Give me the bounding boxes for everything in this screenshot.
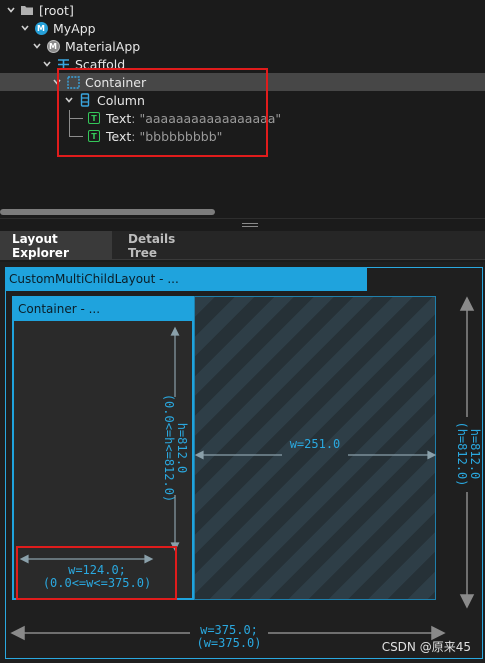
highlight-box [57,68,268,157]
layout-explorer: CustomMultiChildLayout - ... Container -… [0,262,485,663]
chevron-down-icon[interactable] [20,23,30,33]
widget-tree: [root] M MyApp M MaterialApp Scaffold Co… [0,0,485,218]
outer-height-paren: (h=812.0) [455,421,469,487]
tree-node-root[interactable]: [root] [6,1,74,19]
outer-width-paren: (w=375.0) [196,636,262,650]
outer-height-value: h=812.0 [468,428,482,480]
child-height-constraint: (0.0<=h<=812.0) [162,393,176,503]
chevron-down-icon[interactable] [42,59,52,69]
tree-node-label: [root] [39,2,74,18]
chevron-down-icon[interactable] [32,41,42,51]
child-height-label: h=812.0 (0.0<=h<=812.0) [160,392,189,504]
panel-splitter[interactable] [0,218,485,230]
outer-width-label: w=375.0; (w=375.0) [188,624,270,650]
drag-handle-icon[interactable] [242,223,258,227]
watermark: CSDN @原来45 [381,640,471,654]
tree-node-label: MaterialApp [65,38,141,54]
m-badge-icon: M [34,21,48,35]
tree-node-label: MyApp [53,20,96,36]
free-width-label: w=251.0 [289,437,341,451]
tab-bar: Layout Explorer Details Tree [0,231,485,260]
tree-node-myapp[interactable]: M MyApp [20,19,96,37]
outer-height-label: h=812.0 (h=812.0) [453,404,482,504]
child-height-value: h=812.0 [175,422,189,474]
tab-layout-explorer[interactable]: Layout Explorer [0,231,112,260]
tree-node-materialapp[interactable]: M MaterialApp [32,37,140,55]
dimension-arrows [10,296,475,641]
chevron-down-icon[interactable] [6,5,16,15]
highlight-box [16,546,177,600]
m-badge-icon: M [46,39,60,53]
horizontal-scrollbar[interactable] [0,209,215,215]
folder-icon [20,3,34,17]
tab-details-tree[interactable]: Details Tree [116,231,212,260]
